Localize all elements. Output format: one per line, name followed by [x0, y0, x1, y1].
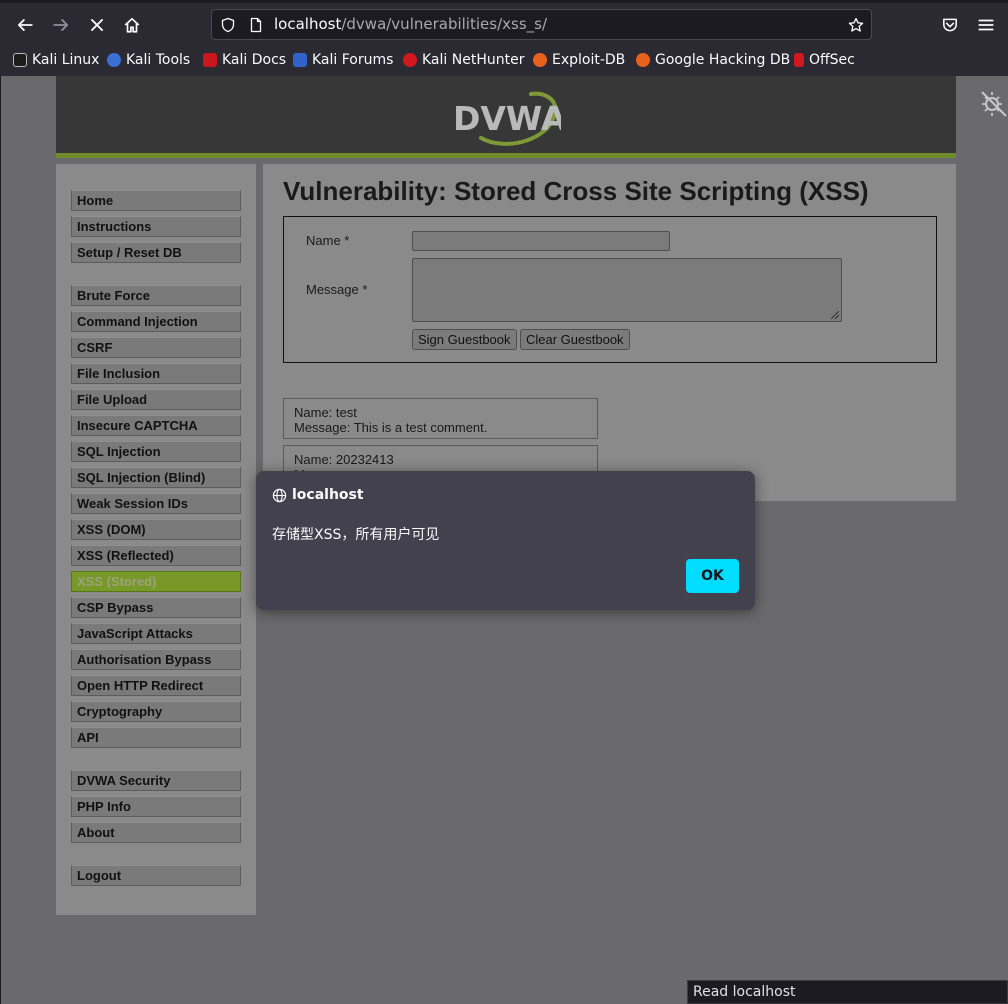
bookmark-label: Kali Linux — [32, 52, 100, 68]
theme-toggle-icon[interactable] — [978, 88, 1008, 120]
exploit-db-icon — [533, 53, 547, 67]
offsec-icon — [794, 53, 804, 67]
arrow-left-icon — [17, 19, 33, 31]
ghdb-icon — [636, 53, 650, 67]
sidebar-item-about[interactable]: About — [71, 822, 241, 843]
url-text[interactable]: localhost/dvwa/vulnerabilities/xss_s/ — [274, 15, 547, 33]
bookmarks-toolbar: Kali Linux Kali Tools Kali Docs Kali For… — [0, 46, 1008, 74]
bookmark-label: OffSec — [809, 52, 855, 68]
bookmark-kali-linux[interactable]: Kali Linux — [13, 50, 99, 70]
bookmark-kali-nethunter[interactable]: Kali NetHunter — [403, 50, 524, 70]
sidebar-item-sql-injection[interactable]: SQL Injection — [71, 441, 241, 462]
kali-docs-icon — [203, 53, 217, 67]
guestbook-form: Name * Message * Sign Guestbook Clear Gu… — [283, 216, 937, 363]
url-bar[interactable]: localhost/dvwa/vulnerabilities/xss_s/ — [211, 9, 872, 40]
entry-message: Message: This is a test comment. — [294, 420, 488, 435]
sidebar-item-instructions[interactable]: Instructions — [71, 216, 241, 237]
main-content: Vulnerability: Stored Cross Site Scripti… — [263, 164, 956, 501]
kali-dragon-icon — [13, 53, 27, 67]
star-icon[interactable] — [848, 17, 864, 33]
sidebar-item-cryptography[interactable]: Cryptography — [71, 701, 241, 722]
sidebar-item-csp-bypass[interactable]: CSP Bypass — [71, 597, 241, 618]
arrow-right-icon — [53, 19, 69, 31]
dialog-message: 存储型XSS，所有用户可见 — [272, 527, 440, 543]
pocket-icon — [943, 18, 957, 32]
dialog-origin: localhost — [272, 487, 364, 503]
sidebar-item-authorisation-bypass[interactable]: Authorisation Bypass — [71, 649, 241, 670]
message-textarea[interactable] — [412, 258, 842, 322]
status-bar: Read localhost — [687, 980, 1008, 1004]
bookmark-label: Kali Tools — [126, 52, 191, 68]
pocket-button[interactable] — [935, 10, 965, 40]
kali-forums-icon — [293, 53, 307, 67]
menu-button[interactable] — [971, 10, 1001, 40]
page-title: Vulnerability: Stored Cross Site Scripti… — [283, 176, 869, 206]
sidebar-menu: Home Instructions Setup / Reset DB Brute… — [56, 164, 256, 915]
url-host: localhost — [274, 15, 342, 33]
bookmark-label: Kali Forums — [312, 52, 394, 68]
sidebar-item-dvwa-security[interactable]: DVWA Security — [71, 770, 241, 791]
sidebar-item-javascript-attacks[interactable]: JavaScript Attacks — [71, 623, 241, 644]
sidebar-item-command-injection[interactable]: Command Injection — [71, 311, 241, 332]
sidebar-item-logout[interactable]: Logout — [71, 865, 241, 886]
home-icon — [124, 17, 140, 33]
sidebar-item-xss-dom[interactable]: XSS (DOM) — [71, 519, 241, 540]
kali-nethunter-icon — [403, 53, 417, 67]
guestbook-entry: Name: test Message: This is a test comme… — [283, 398, 598, 439]
message-label: Message * — [306, 282, 368, 297]
bookmark-label: Exploit-DB — [552, 52, 626, 68]
bookmark-kali-tools[interactable]: Kali Tools — [107, 50, 190, 70]
sidebar-item-insecure-captcha[interactable]: Insecure CAPTCHA — [71, 415, 241, 436]
page-icon[interactable] — [248, 17, 264, 33]
sidebar-item-setup-reset-db[interactable]: Setup / Reset DB — [71, 242, 241, 263]
bookmark-label: Google Hacking DB — [655, 52, 791, 68]
stop-button[interactable] — [82, 10, 112, 40]
browser-toolbar: localhost/dvwa/vulnerabilities/xss_s/ Ka… — [0, 0, 1008, 76]
bookmark-label: Kali Docs — [222, 52, 287, 68]
entry-name: Name: test — [294, 405, 357, 420]
entry-name: Name: 20232413 — [294, 452, 394, 467]
sidebar-item-file-inclusion[interactable]: File Inclusion — [71, 363, 241, 384]
bookmark-label: Kali NetHunter — [422, 52, 525, 68]
sign-guestbook-button[interactable]: Sign Guestbook — [412, 329, 517, 350]
logo-text: DVWA — [453, 99, 561, 138]
bookmark-kali-docs[interactable]: Kali Docs — [203, 50, 286, 70]
sidebar-item-xss-stored[interactable]: XSS (Stored) — [71, 571, 241, 592]
dvwa-logo: DVWA — [453, 91, 561, 146]
clear-guestbook-button[interactable]: Clear Guestbook — [520, 329, 630, 350]
dvwa-header: DVWA — [56, 76, 1007, 158]
forward-button[interactable] — [46, 10, 76, 40]
back-button[interactable] — [10, 10, 40, 40]
bookmark-kali-forums[interactable]: Kali Forums — [293, 50, 393, 70]
tab-strip — [0, 0, 1008, 3]
sidebar-item-home[interactable]: Home — [71, 190, 241, 211]
sidebar-item-sql-injection-blind[interactable]: SQL Injection (Blind) — [71, 467, 241, 488]
globe-icon — [272, 488, 287, 502]
shield-icon[interactable] — [220, 17, 236, 33]
sidebar-item-brute-force[interactable]: Brute Force — [71, 285, 241, 306]
url-path: /dvwa/vulnerabilities/xss_s/ — [341, 15, 548, 33]
sidebar-item-csrf[interactable]: CSRF — [71, 337, 241, 358]
ok-button[interactable]: OK — [686, 559, 739, 593]
dialog-origin-text: localhost — [292, 487, 364, 503]
sidebar-item-php-info[interactable]: PHP Info — [71, 796, 241, 817]
home-button[interactable] — [117, 10, 147, 40]
close-icon — [91, 19, 103, 31]
sidebar-item-file-upload[interactable]: File Upload — [71, 389, 241, 410]
resize-grip-icon[interactable] — [831, 311, 839, 319]
bookmark-offsec[interactable]: OffSec — [794, 50, 855, 70]
sidebar-item-api[interactable]: API — [71, 727, 241, 748]
bookmark-exploit-db[interactable]: Exploit-DB — [533, 50, 625, 70]
name-label: Name * — [306, 233, 350, 248]
hamburger-menu-icon — [978, 19, 994, 31]
kali-tools-icon — [107, 53, 121, 67]
bookmark-google-hacking-db[interactable]: Google Hacking DB — [636, 50, 790, 70]
sidebar-item-weak-session-ids[interactable]: Weak Session IDs — [71, 493, 241, 514]
sidebar-item-xss-reflected[interactable]: XSS (Reflected) — [71, 545, 241, 566]
sidebar-item-open-http-redirect[interactable]: Open HTTP Redirect — [71, 675, 241, 696]
alert-dialog: localhost 存储型XSS，所有用户可见 OK — [256, 471, 755, 610]
name-input[interactable] — [412, 231, 670, 251]
